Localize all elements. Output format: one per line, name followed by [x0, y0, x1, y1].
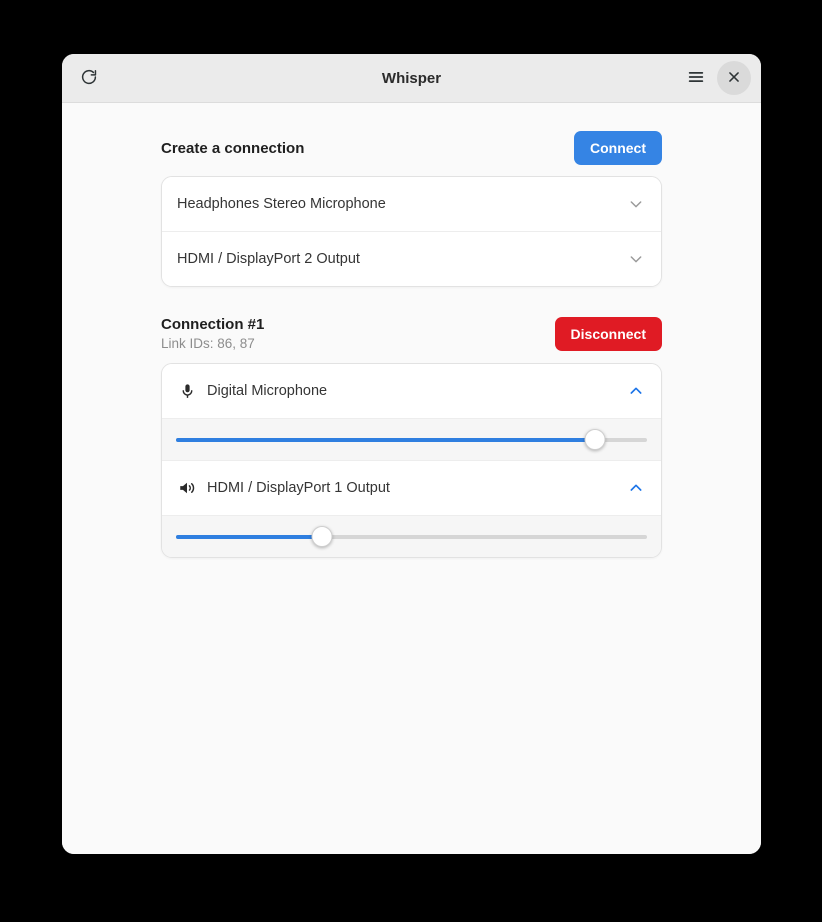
speaker-icon — [177, 478, 197, 498]
connection-card: Digital Microphone HDMI / DisplayPort 1 … — [161, 363, 662, 558]
connection-link-ids: Link IDs: 86, 87 — [161, 336, 255, 351]
slider-fill — [176, 534, 322, 539]
slider-fill — [176, 437, 596, 442]
create-connection-title: Create a connection — [161, 139, 305, 157]
chevron-down-icon[interactable] — [626, 249, 646, 269]
chevron-up-icon[interactable] — [626, 478, 646, 498]
close-button[interactable] — [717, 61, 751, 95]
content-bottom-spacer — [161, 558, 662, 570]
device-row-digital-microphone[interactable]: Digital Microphone — [162, 364, 661, 418]
connection-titles: Connection #1 Link IDs: 86, 87 — [161, 315, 264, 352]
close-icon — [727, 70, 741, 87]
device-row-hdmi-displayport-1-output[interactable]: HDMI / DisplayPort 1 Output — [162, 460, 661, 515]
hamburger-menu-icon — [687, 68, 705, 89]
volume-slider-hdmi-displayport-1-output[interactable] — [176, 526, 647, 547]
refresh-button[interactable] — [72, 61, 106, 95]
connect-button[interactable]: Connect — [574, 131, 662, 165]
whisper-window: Whisper Create a connection Connect Head… — [62, 54, 761, 854]
disconnect-button[interactable]: Disconnect — [554, 316, 662, 351]
create-connection-titles: Create a connection — [161, 139, 304, 158]
create-connection-header: Create a connection Connect — [161, 103, 662, 176]
slider-thumb[interactable] — [584, 429, 606, 450]
connection-title: Connection #1 — [161, 316, 265, 333]
titlebar-right-controls — [679, 61, 751, 95]
device-row-sink-select[interactable]: HDMI / DisplayPort 2 Output — [162, 231, 661, 286]
device-label: Digital Microphone — [207, 383, 328, 399]
hamburger-menu-button[interactable] — [679, 61, 713, 95]
main-content: Create a connection Connect Headphones S… — [62, 103, 761, 854]
device-label: HDMI / DisplayPort 2 Output — [177, 251, 360, 267]
connection-header: Connection #1 Link IDs: 86, 87 Disconnec… — [161, 287, 662, 363]
device-label: Headphones Stereo Microphone — [177, 196, 386, 212]
volume-slider-digital-microphone[interactable] — [176, 429, 647, 450]
volume-slider-row-hdmi-displayport-1-output — [162, 515, 661, 557]
titlebar: Whisper — [62, 54, 761, 103]
chevron-down-icon[interactable] — [626, 194, 646, 214]
chevron-up-icon[interactable] — [626, 381, 646, 401]
refresh-icon — [80, 68, 98, 89]
create-connection-card: Headphones Stereo Microphone HDMI / Disp… — [161, 176, 662, 287]
volume-slider-row-digital-microphone — [162, 418, 661, 460]
microphone-icon — [177, 381, 197, 401]
slider-thumb[interactable] — [311, 526, 333, 547]
device-row-source-select[interactable]: Headphones Stereo Microphone — [162, 177, 661, 231]
device-label: HDMI / DisplayPort 1 Output — [207, 480, 390, 496]
titlebar-left-controls — [72, 61, 106, 95]
window-title: Whisper — [381, 69, 442, 87]
